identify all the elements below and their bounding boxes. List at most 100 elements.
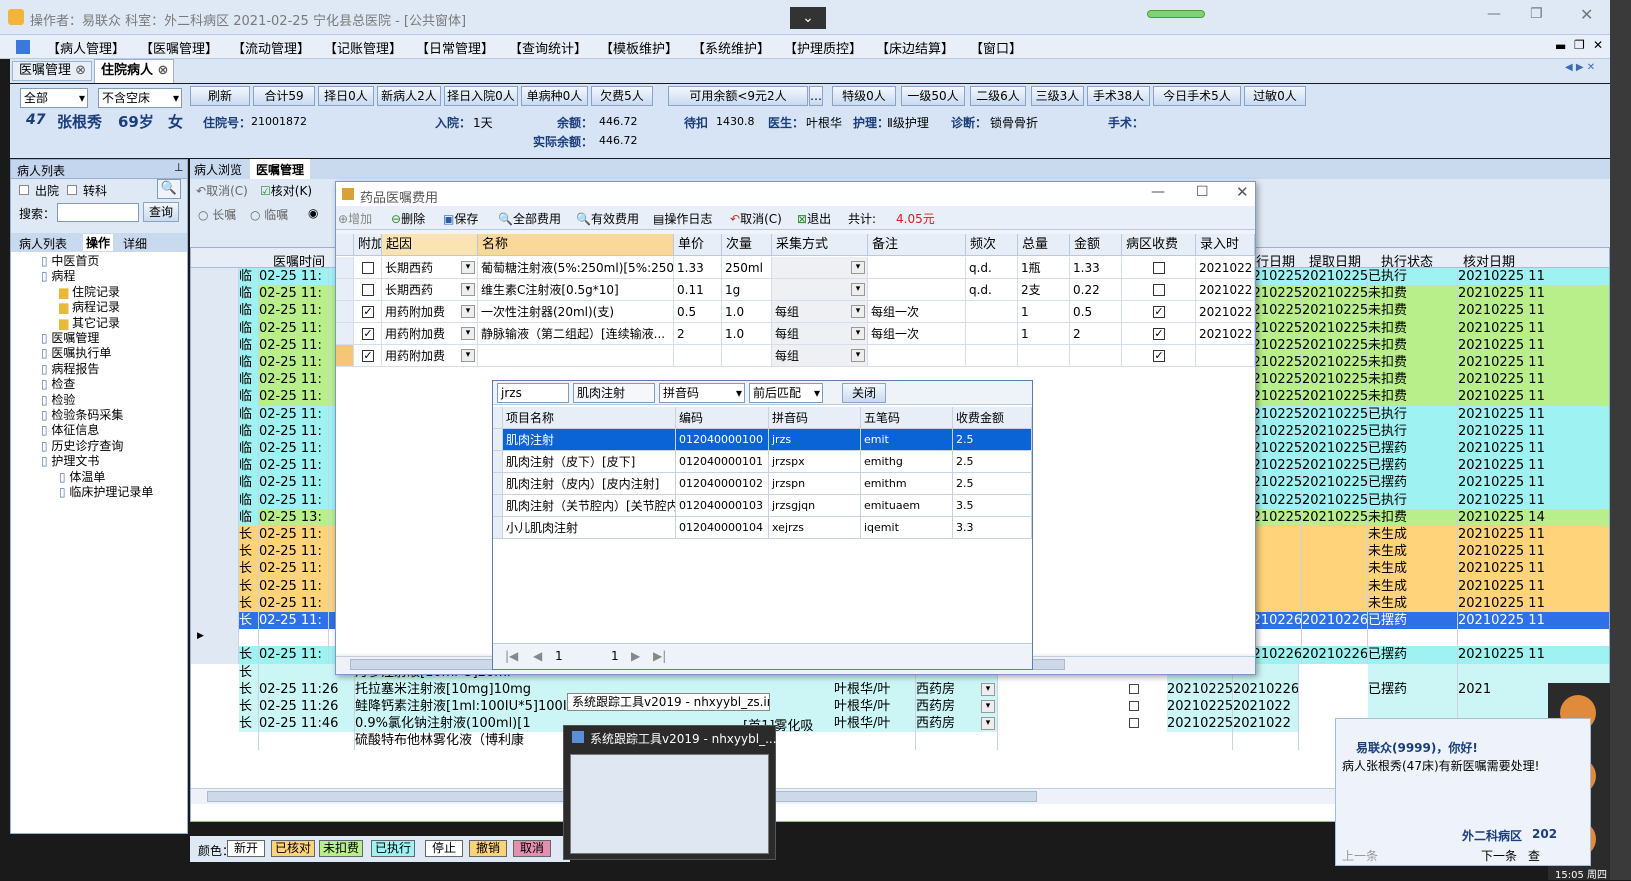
pin-icon[interactable]: ⊥ bbox=[174, 161, 184, 174]
cancel-button[interactable]: ↶取消(C) bbox=[730, 210, 782, 227]
mdi-restore-icon[interactable]: ❐ bbox=[1574, 38, 1585, 52]
table-cell[interactable]: ✓ bbox=[354, 323, 382, 345]
close-icon[interactable]: ✕ bbox=[1580, 5, 1593, 24]
verify-button[interactable]: ☑核对(K) bbox=[260, 182, 312, 199]
menu-item[interactable]: 【窗口】 bbox=[970, 38, 1022, 57]
column-header[interactable]: 项目名称 bbox=[503, 407, 676, 429]
discharged-checkbox[interactable] bbox=[19, 185, 29, 195]
level3-button[interactable]: 三级3人 bbox=[1031, 86, 1084, 106]
cancel-button[interactable]: ↶取消(C) bbox=[196, 182, 248, 199]
chevron-down-icon[interactable]: ▾ bbox=[461, 261, 475, 274]
column-header[interactable] bbox=[493, 407, 503, 429]
table-row[interactable]: 长 02-25 11:26 鲑降钙素注射液[1ml:100IU*5]100IU 叶根华… bbox=[191, 698, 1609, 716]
collapse-button[interactable]: ⌄ bbox=[790, 7, 826, 29]
single-disease-button[interactable]: 单病种0人 bbox=[521, 86, 588, 106]
search-icon[interactable]: 🔍 bbox=[157, 179, 181, 199]
tab-close-icon[interactable]: ⊗ bbox=[158, 63, 169, 78]
prev-page-icon[interactable]: ◀ bbox=[533, 649, 542, 663]
table-cell[interactable] bbox=[966, 301, 1018, 323]
row-checkbox[interactable] bbox=[1153, 262, 1165, 274]
add-button[interactable]: ⊕增加 bbox=[338, 210, 372, 227]
menu-item[interactable]: 【查询统计】 bbox=[509, 38, 587, 57]
row-checkbox[interactable] bbox=[362, 284, 374, 296]
menu-item[interactable]: 【医嘱管理】 bbox=[140, 38, 218, 57]
next-button[interactable]: 下一条 bbox=[1481, 847, 1517, 864]
table-cell[interactable]: 012040000104 bbox=[676, 517, 769, 539]
column-header[interactable]: 金额 bbox=[1070, 234, 1122, 256]
table-cell[interactable]: 0.22 bbox=[1070, 279, 1122, 301]
table-cell[interactable]: 每组 ▾ bbox=[772, 301, 868, 323]
lookup-query-input[interactable]: jrzs bbox=[497, 383, 569, 403]
table-cell[interactable]: 葡萄糖注射液(5%:250ml)[5%:250ml] bbox=[478, 257, 674, 279]
table-cell[interactable]: jrzs bbox=[769, 429, 861, 451]
chevron-down-icon[interactable]: ▾ bbox=[461, 327, 475, 340]
table-cell[interactable]: 维生素C注射液[0.5g*10] bbox=[478, 279, 674, 301]
table-cell[interactable] bbox=[493, 495, 503, 517]
table-cell[interactable]: 0.5 bbox=[1070, 301, 1122, 323]
column-header[interactable]: 单价 bbox=[674, 234, 722, 256]
menu-item[interactable]: 【护理质控】 bbox=[784, 38, 862, 57]
all-fees-button[interactable]: 🔍全部费用 bbox=[498, 210, 561, 227]
mdi-minimize-icon[interactable]: ▬ bbox=[1555, 39, 1566, 53]
save-button[interactable]: ▣保存 bbox=[443, 210, 478, 227]
table-cell[interactable] bbox=[1070, 345, 1122, 367]
table-cell[interactable]: 肌肉注射 bbox=[503, 429, 676, 451]
table-row[interactable]: 长 02-25 11:26 托拉塞米注射液[10mg]10mg 叶根华/叶 西药房 202… bbox=[191, 680, 1609, 699]
table-cell[interactable] bbox=[493, 473, 503, 495]
column-header[interactable]: 录入时 bbox=[1196, 234, 1255, 256]
tab-close-icon[interactable]: ⊗ bbox=[75, 63, 86, 78]
tab-order-management[interactable]: 医嘱管理 ⊗ bbox=[12, 61, 92, 81]
table-cell[interactable]: jrzsgjqn bbox=[769, 495, 861, 517]
tab-scroll-icons[interactable]: ◀ ▶ ✕ bbox=[1565, 62, 1595, 73]
arrears-button[interactable]: 欠费5人 bbox=[591, 86, 653, 106]
menu-item[interactable]: 【流动管理】 bbox=[232, 38, 310, 57]
table-cell[interactable]: ▾ bbox=[772, 279, 868, 301]
row-checkbox[interactable] bbox=[1153, 284, 1165, 296]
minimize-icon[interactable]: — bbox=[1487, 6, 1501, 22]
view-button[interactable]: 查 bbox=[1528, 847, 1540, 864]
scheduled-button[interactable]: 择日0人 bbox=[318, 86, 374, 106]
table-cell[interactable]: ✓ bbox=[1122, 345, 1196, 367]
table-cell[interactable] bbox=[336, 323, 354, 345]
table-cell[interactable]: emituaem bbox=[861, 495, 953, 517]
table-cell[interactable]: 每组一次 bbox=[868, 323, 966, 345]
chevron-down-icon[interactable]: ▾ bbox=[461, 349, 475, 362]
radio-selected[interactable]: ◉ bbox=[308, 206, 318, 220]
table-cell[interactable] bbox=[966, 345, 1018, 367]
table-cell[interactable] bbox=[336, 345, 354, 367]
balance-more-button[interactable]: … bbox=[809, 86, 823, 106]
table-cell[interactable]: ▾ bbox=[772, 257, 868, 279]
fee-checkbox[interactable] bbox=[1129, 701, 1139, 711]
menu-item[interactable]: 【模板维护】 bbox=[600, 38, 678, 57]
table-cell[interactable]: emithg bbox=[861, 451, 953, 473]
table-cell[interactable]: 肌肉注射（皮下）[皮下] bbox=[503, 451, 676, 473]
table-cell[interactable] bbox=[1018, 345, 1070, 367]
row-checkbox[interactable]: ✓ bbox=[1153, 306, 1165, 318]
chevron-down-icon[interactable]: ▾ bbox=[851, 261, 865, 274]
chevron-down-icon[interactable]: ▾ bbox=[981, 700, 995, 713]
chevron-down-icon[interactable]: ▾ bbox=[461, 283, 475, 296]
table-cell[interactable]: 1g bbox=[722, 279, 772, 301]
table-cell[interactable] bbox=[336, 301, 354, 323]
today-surgery-button[interactable]: 今日手术5人 bbox=[1153, 86, 1241, 106]
chevron-down-icon[interactable]: ▾ bbox=[851, 327, 865, 340]
table-cell[interactable] bbox=[354, 279, 382, 301]
taskbar-thumbnail[interactable]: 系统跟踪工具v2019 - nhxyybl_... bbox=[563, 725, 777, 860]
menu-item[interactable]: 【床边结算】 bbox=[876, 38, 954, 57]
operation-log-button[interactable]: ▤操作日志 bbox=[653, 210, 712, 227]
tab-patient-list[interactable]: 病人列表 bbox=[19, 235, 67, 252]
table-cell[interactable]: 2021022 bbox=[1196, 279, 1255, 301]
table-cell[interactable]: 肌肉注射（关节腔内）[关节腔内注射] bbox=[503, 495, 676, 517]
column-header[interactable]: 收费金额 bbox=[953, 407, 1032, 429]
tab-details[interactable]: 详细 bbox=[123, 235, 147, 252]
dialog-maximize-icon[interactable]: ☐ bbox=[1196, 184, 1209, 200]
chevron-down-icon[interactable]: ▾ bbox=[851, 349, 865, 362]
table-cell[interactable]: 0.5 bbox=[674, 301, 722, 323]
column-header[interactable]: 拼音码 bbox=[769, 407, 861, 429]
bed-filter-select[interactable]: 不含空床 ▾ bbox=[98, 88, 182, 108]
table-cell[interactable]: xejrzs bbox=[769, 517, 861, 539]
table-cell[interactable] bbox=[493, 429, 503, 451]
table-cell[interactable]: 一次性注射器(20ml)(支) bbox=[478, 301, 674, 323]
table-cell[interactable]: 2021022 bbox=[1196, 323, 1255, 345]
table-cell[interactable]: 012040000103 bbox=[676, 495, 769, 517]
